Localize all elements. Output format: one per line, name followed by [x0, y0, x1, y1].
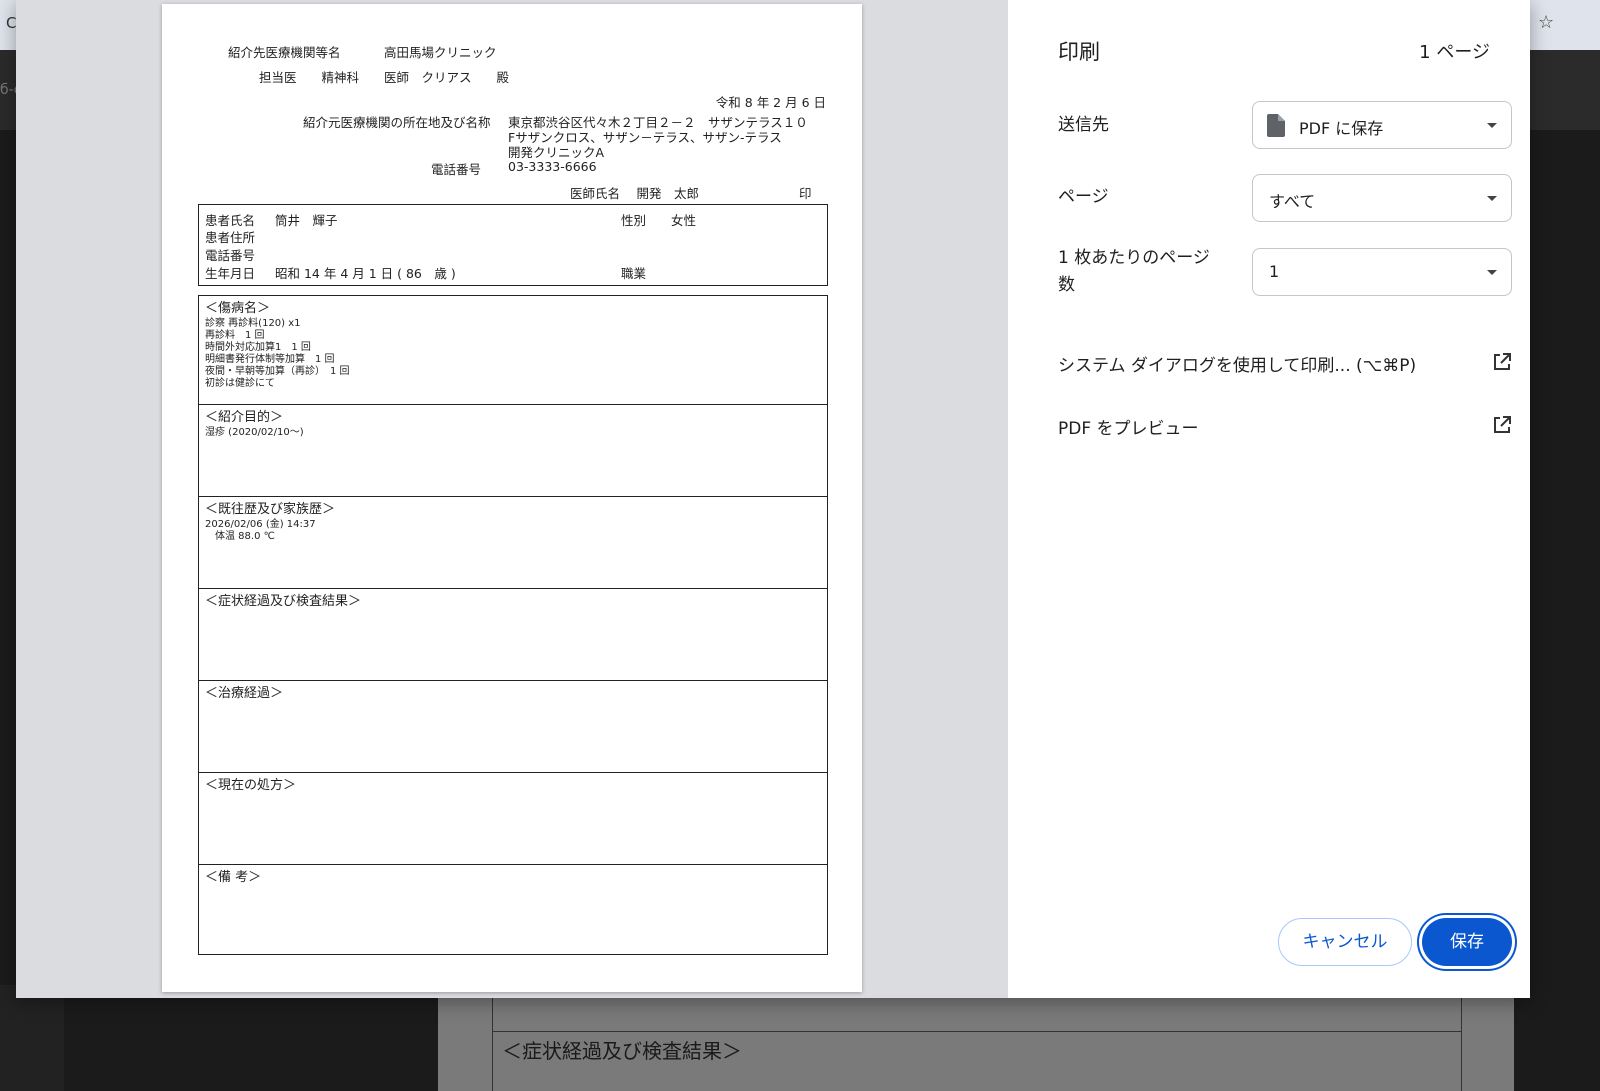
pages-per-sheet-select[interactable]: 1	[1252, 248, 1512, 296]
patient-name: 筒井 輝子	[275, 213, 338, 228]
dest-name: 高田馬場クリニック	[384, 45, 497, 60]
section-title: ＜症状経過及び検査結果＞	[205, 594, 362, 609]
section-prescription: ＜現在の処方＞	[199, 772, 827, 864]
section-title: ＜治療経過＞	[205, 686, 284, 701]
patient-birth: 昭和 14 年 4 月 1 日 ( 86 歳 )	[275, 266, 456, 281]
preview-pdf-label: PDF をプレビュー	[1058, 419, 1199, 439]
dropdown-caret-icon	[1487, 270, 1497, 275]
seal-mark: 印	[799, 186, 812, 201]
external-link-icon	[1494, 416, 1511, 433]
patient-address-label: 患者住所	[205, 230, 256, 245]
pages-label: ページ	[1058, 187, 1109, 207]
origin-label: 紹介元医療機関の所在地及び名称	[303, 115, 491, 130]
preview-pdf-link[interactable]: PDF をプレビュー	[1058, 410, 1512, 440]
destination-value: PDF に保存	[1299, 119, 1384, 138]
section-history: ＜既往歴及び家族歴＞ 2026/02/06 (金) 14:37 体温 88.0 …	[199, 496, 827, 588]
doctor-signature: 医師氏名 開発 太郎	[570, 186, 699, 201]
destination-label: 送信先	[1058, 115, 1109, 135]
dropdown-caret-icon	[1487, 123, 1497, 128]
patient-sex: 女性	[671, 213, 697, 228]
background-sidebar	[0, 985, 64, 1091]
system-dialog-link[interactable]: システム ダイアログを使用して印刷... (⌥⌘P)	[1058, 347, 1512, 377]
doctor-line: 担当医 精神科 医師 クリアス 殿	[259, 70, 510, 85]
pages-per-sheet-value: 1	[1269, 262, 1280, 281]
phone-value: 03-3333-6666	[508, 159, 597, 174]
star-icon[interactable]: ☆	[1538, 12, 1554, 33]
patient-birth-label: 生年月日	[205, 266, 256, 281]
section-line: 体温 88.0 ℃	[205, 531, 275, 542]
pages-per-sheet-label-1: 1 枚あたりのページ	[1058, 248, 1210, 268]
print-dialog: 紹介先医療機関等名 高田馬場クリニック 担当医 精神科 医師 クリアス 殿 令和…	[16, 0, 1530, 998]
section-remarks: ＜備 考＞	[199, 864, 827, 954]
section-purpose: ＜紹介目的＞ 湿疹 (2020/02/10〜)	[199, 404, 827, 496]
patient-phone-label: 電話番号	[205, 248, 256, 263]
save-button[interactable]: 保存	[1422, 918, 1512, 966]
tab-title-fragment[interactable]: C	[6, 14, 16, 32]
letter-date: 令和 8 年 2 月 6 日	[715, 95, 826, 110]
print-preview-area[interactable]: 紹介先医療機関等名 高田馬場クリニック 担当医 精神科 医師 クリアス 殿 令和…	[16, 0, 1008, 998]
page-count: 1 ページ	[1419, 42, 1490, 63]
section-title: ＜現在の処方＞	[205, 778, 297, 793]
patient-sex-label: 性別	[621, 213, 647, 228]
cancel-button[interactable]: キャンセル	[1278, 918, 1412, 966]
section-line: 湿疹 (2020/02/10〜)	[205, 427, 304, 438]
print-title: 印刷	[1058, 40, 1100, 64]
phone-label: 電話番号	[431, 162, 482, 177]
dropdown-caret-icon	[1487, 196, 1497, 201]
section-treatment: ＜治療経過＞	[199, 680, 827, 772]
background-document: ＜症状経過及び検査結果＞	[438, 985, 1514, 1091]
pages-value: すべて	[1269, 192, 1316, 211]
background-divider	[492, 1031, 1462, 1032]
patient-job-label: 職業	[621, 266, 647, 281]
patient-box: 患者氏名 筒井 輝子 性別 女性 患者住所 電話番号 生年月日 昭和 14 年 …	[198, 204, 828, 286]
section-symptoms: ＜症状経過及び検査結果＞	[199, 588, 827, 680]
destination-select[interactable]: PDF に保存	[1252, 101, 1512, 149]
pages-per-sheet-label-2: 数	[1058, 275, 1075, 295]
system-dialog-label: システム ダイアログを使用して印刷... (⌥⌘P)	[1058, 356, 1417, 376]
preview-page: 紹介先医療機関等名 高田馬場クリニック 担当医 精神科 医師 クリアス 殿 令和…	[162, 4, 862, 992]
sections-box: ＜傷病名＞ 診察 再診料(120) x1 再診料 1 回 時間外対応加算1 1 …	[198, 295, 828, 955]
background-section-label: ＜症状経過及び検査結果＞	[502, 1039, 742, 1063]
document-icon	[1267, 114, 1285, 137]
section-title: ＜備 考＞	[205, 870, 262, 885]
print-settings-panel: 印刷 1 ページ 送信先 PDF に保存 ページ すべて 1 枚あたりのページ …	[1008, 0, 1530, 998]
dest-label: 紹介先医療機関等名	[228, 45, 341, 60]
external-link-icon	[1494, 353, 1511, 370]
section-line: 初診は健診にて	[205, 378, 275, 389]
section-diagnosis: ＜傷病名＞ 診察 再診料(120) x1 再診料 1 回 時間外対応加算1 1 …	[199, 296, 827, 404]
pages-select[interactable]: すべて	[1252, 174, 1512, 222]
